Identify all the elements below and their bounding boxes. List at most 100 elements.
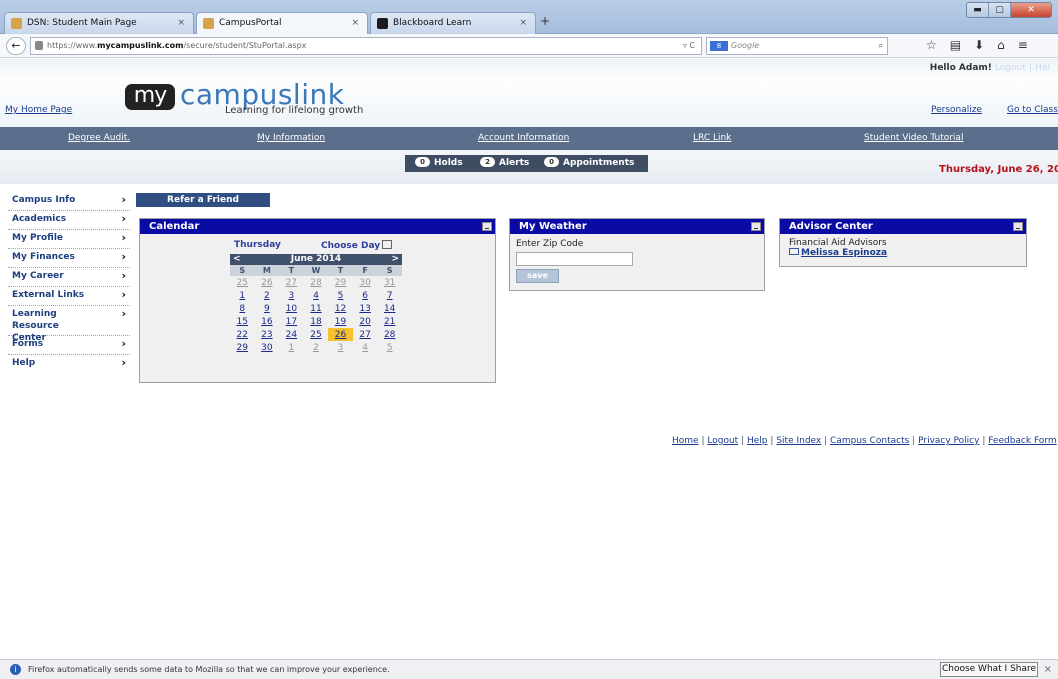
footer-feedback-form-link[interactable]: Feedback Form <box>988 436 1056 446</box>
nav-student-video-tutorial[interactable]: Student Video Tutorial <box>864 133 963 143</box>
search-bar[interactable]: 8 Google ⌕ <box>706 37 888 55</box>
nav-degree-audit[interactable]: Degree Audit. <box>68 133 130 143</box>
my-home-page-link[interactable]: My Home Page <box>5 105 72 115</box>
footer-privacy-policy-link[interactable]: Privacy Policy <box>918 436 979 446</box>
calendar-day[interactable]: 30 <box>352 276 378 289</box>
calendar-day[interactable]: 13 <box>352 302 378 315</box>
calendar-day[interactable]: 27 <box>279 276 304 289</box>
footer-site-index-link[interactable]: Site Index <box>776 436 821 446</box>
sidebar-item-academics[interactable]: Academics › <box>8 211 130 230</box>
tab-campusportal[interactable]: CampusPortal × <box>196 12 368 35</box>
close-tab-icon[interactable]: × <box>519 13 527 33</box>
nav-my-information[interactable]: My Information <box>257 133 325 143</box>
calendar-day[interactable]: 26 <box>328 328 353 341</box>
calendar-day[interactable]: 30 <box>254 341 280 354</box>
calendar-day[interactable]: 3 <box>328 341 353 354</box>
alerts-button[interactable]: 2 Alerts <box>480 155 529 172</box>
prev-month-button[interactable]: < <box>230 254 255 265</box>
reload-icon[interactable]: ▿ C <box>683 38 695 54</box>
downloads-icon[interactable]: ⬇ <box>974 38 984 52</box>
maximize-button[interactable]: ▢ <box>989 3 1011 17</box>
sidebar-item-campus-info[interactable]: Campus Info › <box>8 192 130 211</box>
nav-lrc-link[interactable]: LRC Link <box>693 133 731 143</box>
choose-day-dropdown[interactable]: Choose Day <box>321 240 393 251</box>
bookmark-star-icon[interactable]: ☆ <box>926 38 937 52</box>
calendar-day[interactable]: 23 <box>254 328 280 341</box>
calendar-day[interactable]: 10 <box>279 302 304 315</box>
close-tab-icon[interactable]: × <box>177 13 185 33</box>
nav-account-information[interactable]: Account Information <box>478 133 569 143</box>
calendar-day[interactable]: 28 <box>303 276 329 289</box>
close-icon[interactable]: × <box>1044 660 1052 679</box>
calendar-day[interactable]: 3 <box>279 289 304 302</box>
save-button[interactable]: save <box>516 269 559 283</box>
calendar-day[interactable]: 4 <box>303 289 329 302</box>
calendar-day[interactable]: 14 <box>377 302 402 315</box>
menu-icon[interactable]: ≡ <box>1018 38 1028 52</box>
calendar-day[interactable]: 5 <box>328 289 353 302</box>
sidebar-item-learning-resource-center[interactable]: Learning Resource Center › <box>8 306 130 343</box>
help-link[interactable]: Hel <box>1035 63 1050 73</box>
close-window-button[interactable]: ✕ <box>1011 3 1051 17</box>
footer-campus-contacts-link[interactable]: Campus Contacts <box>830 436 909 446</box>
calendar-day[interactable]: 5 <box>377 341 402 354</box>
calendar-day[interactable]: 2 <box>254 289 280 302</box>
footer-home-link[interactable]: Home <box>672 436 699 446</box>
footer-help-link[interactable]: Help <box>747 436 768 446</box>
calendar-day[interactable]: 16 <box>254 315 280 328</box>
minimize-icon[interactable] <box>1013 222 1023 231</box>
calendar-day[interactable]: 29 <box>230 341 255 354</box>
personalize-link[interactable]: Personalize <box>931 105 982 115</box>
calendar-day[interactable]: 17 <box>279 315 304 328</box>
calendar-day[interactable]: 18 <box>303 315 329 328</box>
calendar-day[interactable]: 6 <box>352 289 378 302</box>
new-tab-button[interactable]: + <box>540 14 550 28</box>
calendar-day[interactable]: 15 <box>230 315 255 328</box>
mycampuslink-logo[interactable]: my campuslink Learning for lifelong grow… <box>125 78 485 120</box>
reading-list-icon[interactable]: ▤ <box>950 38 961 52</box>
home-icon[interactable]: ⌂ <box>997 38 1005 52</box>
appointments-button[interactable]: 0 Appointments <box>544 155 634 172</box>
zip-code-input[interactable] <box>516 252 633 266</box>
back-button[interactable]: ← <box>6 37 26 55</box>
calendar-day[interactable]: 29 <box>328 276 353 289</box>
advisor-name[interactable]: Melissa Espinoza <box>801 248 887 258</box>
go-to-class-link[interactable]: Go to Class <box>1007 105 1058 115</box>
search-engine-icon[interactable]: 8 <box>710 41 728 51</box>
minimize-icon[interactable] <box>482 222 492 231</box>
calendar-day[interactable]: 4 <box>352 341 378 354</box>
calendar-day[interactable]: 25 <box>303 328 329 341</box>
close-tab-icon[interactable]: × <box>351 13 359 33</box>
sidebar-item-help[interactable]: Help › <box>8 355 130 374</box>
calendar-day[interactable]: 28 <box>377 328 402 341</box>
minimize-button[interactable]: ▬ <box>967 3 989 17</box>
calendar-day[interactable]: 20 <box>352 315 378 328</box>
calendar-day[interactable]: 19 <box>328 315 353 328</box>
calendar-day[interactable]: 27 <box>352 328 378 341</box>
calendar-day[interactable]: 12 <box>328 302 353 315</box>
calendar-day[interactable]: 26 <box>254 276 280 289</box>
sidebar-item-external-links[interactable]: External Links › <box>8 287 130 306</box>
calendar-day[interactable]: 7 <box>377 289 402 302</box>
tab-dsn-student-main[interactable]: DSN: Student Main Page × <box>4 12 194 34</box>
sidebar-item-forms[interactable]: Forms › <box>8 336 130 355</box>
search-icon[interactable]: ⌕ <box>879 38 883 54</box>
tab-blackboard-learn[interactable]: Blackboard Learn × <box>370 12 536 34</box>
sidebar-item-my-career[interactable]: My Career › <box>8 268 130 287</box>
calendar-day[interactable]: 9 <box>254 302 280 315</box>
calendar-day[interactable]: 22 <box>230 328 255 341</box>
choose-what-i-share-button[interactable]: Choose What I Share <box>940 662 1038 677</box>
dropdown-icon[interactable] <box>382 240 393 249</box>
calendar-day[interactable]: 11 <box>303 302 329 315</box>
calendar-day[interactable]: 24 <box>279 328 304 341</box>
footer-logout-link[interactable]: Logout <box>707 436 738 446</box>
calendar-day[interactable]: 8 <box>230 302 255 315</box>
minimize-icon[interactable] <box>751 222 761 231</box>
sidebar-item-my-finances[interactable]: My Finances › <box>8 249 130 268</box>
calendar-day[interactable]: 1 <box>230 289 255 302</box>
logout-link[interactable]: Logout <box>995 63 1026 73</box>
holds-button[interactable]: 0 Holds <box>415 155 463 172</box>
advisor-link[interactable]: Melissa Espinoza <box>789 248 1017 258</box>
calendar-day[interactable]: 21 <box>377 315 402 328</box>
calendar-day[interactable]: 25 <box>230 276 255 289</box>
